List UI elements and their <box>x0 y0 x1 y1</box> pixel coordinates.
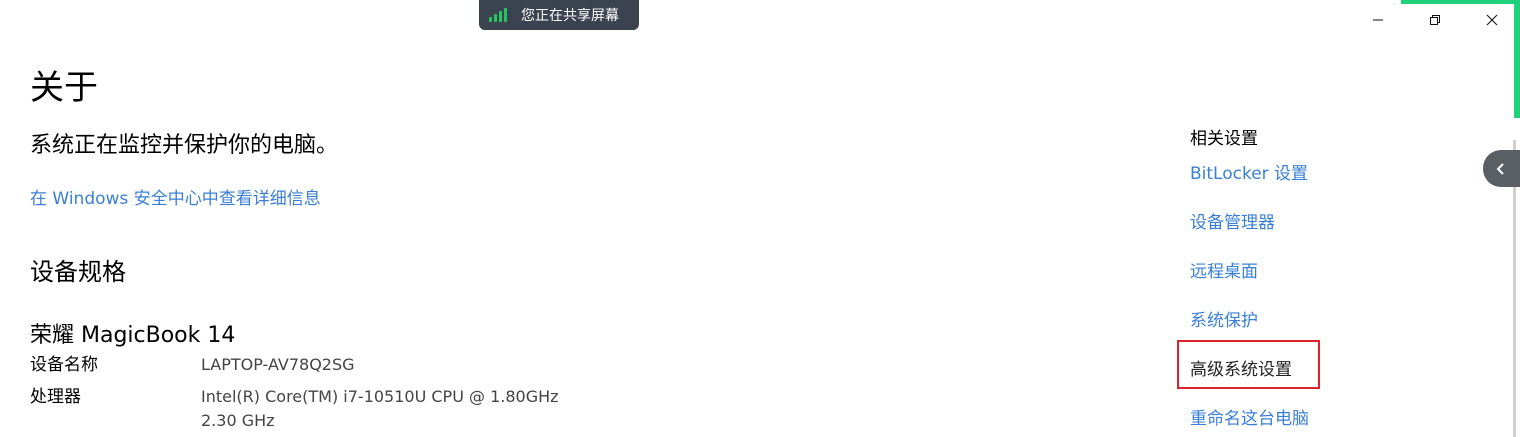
system-protection-link[interactable]: 系统保护 <box>1190 309 1258 333</box>
window-controls <box>1349 0 1520 40</box>
spec-label-device-name: 设备名称 <box>30 355 98 375</box>
minimize-button[interactable] <box>1349 0 1406 40</box>
remote-desktop-link[interactable]: 远程桌面 <box>1190 260 1258 284</box>
device-manager-link[interactable]: 设备管理器 <box>1190 211 1275 235</box>
restore-button[interactable] <box>1406 0 1463 40</box>
device-model-name: 荣耀 MagicBook 14 <box>30 323 236 348</box>
screen-share-label: 您正在共享屏幕 <box>521 8 619 24</box>
chevron-left-icon <box>1496 162 1504 175</box>
signal-icon <box>489 8 509 22</box>
bitlocker-settings-link[interactable]: BitLocker 设置 <box>1190 162 1308 186</box>
spec-label-processor: 处理器 <box>30 387 81 407</box>
spec-value-processor: Intel(R) Core(TM) i7-10510U CPU @ 1.80GH… <box>201 387 559 430</box>
spec-value-device-name: LAPTOP-AV78Q2SG <box>201 355 355 374</box>
rename-pc-link[interactable]: 重命名这台电脑 <box>1190 407 1309 431</box>
windows-security-link[interactable]: 在 Windows 安全中心中查看详细信息 <box>30 187 321 211</box>
close-button[interactable] <box>1463 0 1520 40</box>
protection-status-text: 系统正在监控并保护你的电脑。 <box>30 133 339 158</box>
page-title: 关于 <box>30 68 98 108</box>
settings-about-page: 您正在共享屏幕 关于 系统正在监控并保护你的电脑。 在 Windows 安全中心… <box>0 0 1520 437</box>
restore-icon <box>1429 15 1440 25</box>
screen-share-indicator[interactable]: 您正在共享屏幕 <box>479 0 639 30</box>
device-spec-heading: 设备规格 <box>30 258 126 286</box>
advanced-system-settings-link[interactable]: 高级系统设置 <box>1190 358 1292 382</box>
related-settings-title: 相关设置 <box>1190 129 1258 149</box>
side-panel-toggle[interactable] <box>1483 150 1520 187</box>
minimize-icon <box>1372 19 1383 21</box>
close-icon <box>1486 14 1497 26</box>
